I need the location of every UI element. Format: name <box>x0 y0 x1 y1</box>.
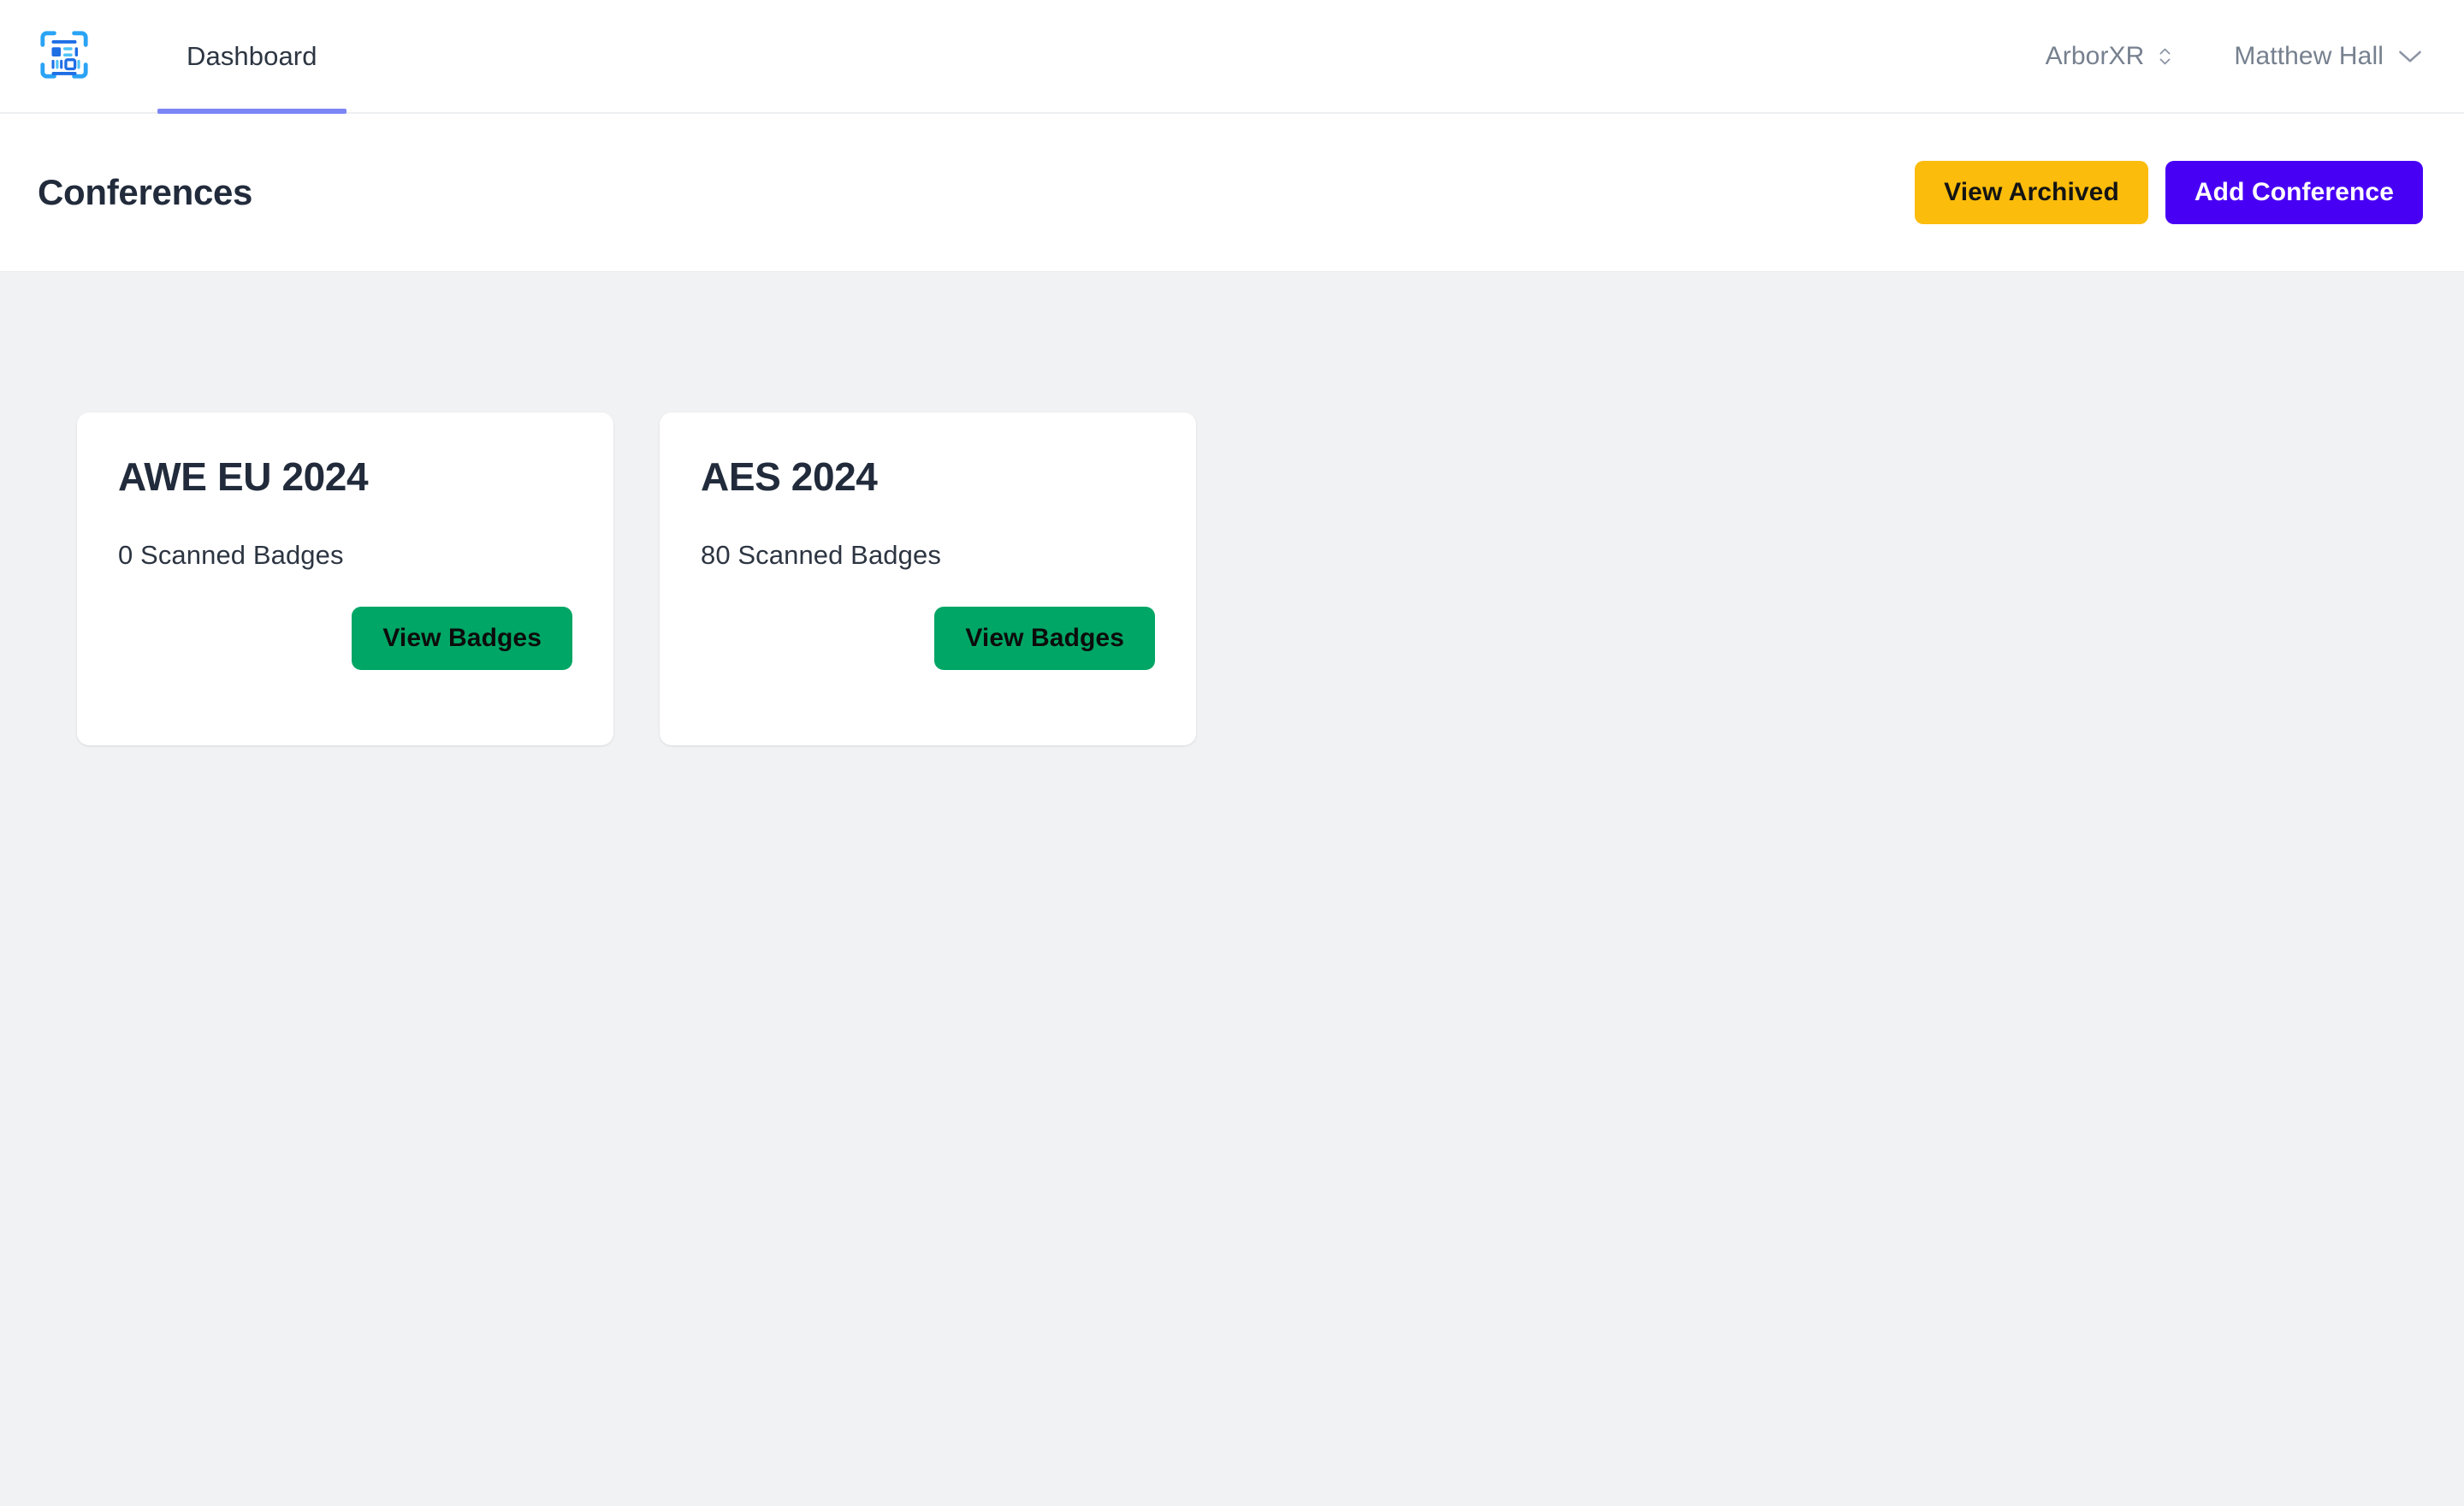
view-badges-button[interactable]: View Badges <box>352 606 572 670</box>
view-badges-button[interactable]: View Badges <box>934 606 1155 670</box>
main-content: AWE EU 2024 0 Scanned Badges View Badges… <box>0 272 2464 1506</box>
page-title: Conferences <box>38 172 253 212</box>
scanned-badges-count: 0 Scanned Badges <box>118 539 344 570</box>
org-switcher[interactable]: ArborXR <box>2046 42 2173 71</box>
scanned-badges-count: 80 Scanned Badges <box>701 539 941 570</box>
user-menu[interactable]: Matthew Hall <box>2234 42 2423 71</box>
top-navigation-bar: Dashboard ArborXR Matthew Hall <box>0 0 2464 114</box>
page-header-actions: View Archived Add Conference <box>1915 161 2423 224</box>
conference-card-actions: View Badges <box>118 606 572 670</box>
nav-right-cluster: ArborXR Matthew Hall <box>2046 42 2423 71</box>
conference-card-actions: View Badges <box>701 606 1155 670</box>
add-conference-button[interactable]: Add Conference <box>2165 161 2423 224</box>
chevron-down-icon <box>2397 48 2423 64</box>
primary-nav-tabs: Dashboard <box>157 0 346 114</box>
chevron-up-down-icon <box>2158 46 2172 67</box>
conference-card-grid: AWE EU 2024 0 Scanned Badges View Badges… <box>77 412 2464 745</box>
badge-scanner-icon[interactable] <box>38 28 91 81</box>
conference-card[interactable]: AWE EU 2024 0 Scanned Badges View Badges <box>77 412 613 745</box>
view-archived-button[interactable]: View Archived <box>1915 161 2148 224</box>
user-menu-label: Matthew Hall <box>2234 41 2384 70</box>
tab-dashboard[interactable]: Dashboard <box>157 0 346 114</box>
org-switcher-label: ArborXR <box>2045 41 2145 70</box>
conference-title: AWE EU 2024 <box>118 454 369 499</box>
conference-title: AES 2024 <box>701 454 878 499</box>
page-header: Conferences View Archived Add Conference <box>0 114 2464 272</box>
conference-card[interactable]: AES 2024 80 Scanned Badges View Badges <box>660 412 1196 745</box>
